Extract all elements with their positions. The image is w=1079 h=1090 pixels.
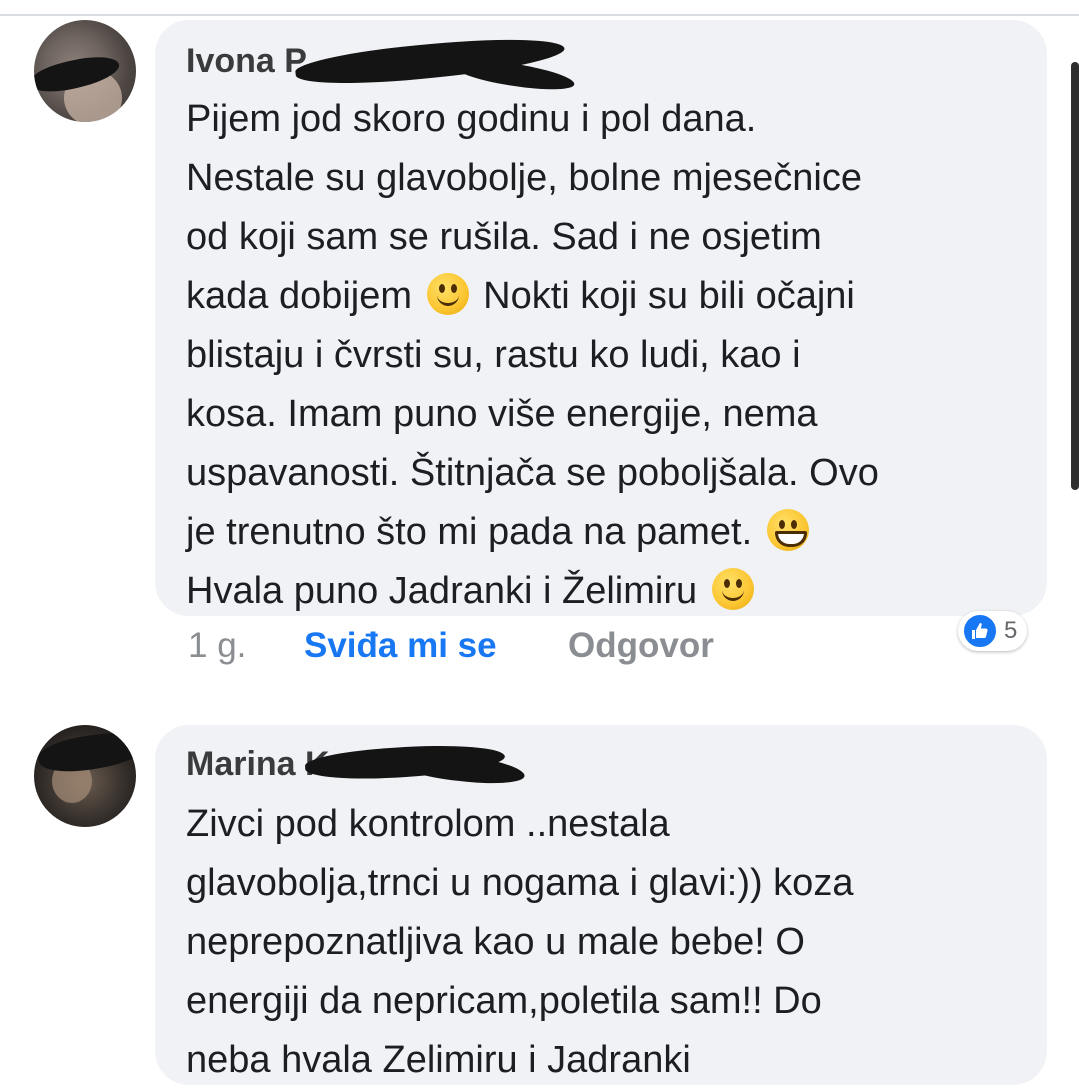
grinning-emoji-icon bbox=[766, 509, 809, 551]
comment-line: Zivci pod kontrolom ..nestala bbox=[186, 803, 670, 845]
comment-line-part: Nokti koji su bili očajni bbox=[483, 275, 855, 317]
avatar[interactable] bbox=[34, 20, 136, 122]
comment-text: Pijem jod skoro godinu i pol dana. Nesta… bbox=[186, 90, 879, 621]
scrollbar[interactable] bbox=[1071, 62, 1079, 490]
top-divider bbox=[0, 14, 1079, 16]
comment-line: energiji da nepricam,poletila sam!! Do bbox=[186, 980, 822, 1022]
comment-line: je trenutno što mi pada na pamet. bbox=[186, 503, 879, 562]
comment-line: od koji sam se rušila. Sad i ne osjetim bbox=[186, 216, 822, 258]
comment-line: Pijem jod skoro godinu i pol dana. bbox=[186, 98, 757, 140]
comment-line: Nestale su glavobolje, bolne mjesečnice bbox=[186, 157, 862, 199]
comment-line: kada dobijem Nokti koji su bili očajni bbox=[186, 267, 879, 326]
comment-line-part: Hvala puno Jadranki i Želimiru bbox=[186, 570, 698, 612]
comment-line: neba hvala Zelimiru i Jadranki bbox=[186, 1039, 691, 1081]
comment-line-part: kada dobijem bbox=[186, 275, 413, 317]
comment-line: neprepoznatljiva kao u male bebe! O bbox=[186, 921, 805, 963]
comment-line: glavobolja,trnci u nogama i glavi:)) koz… bbox=[186, 862, 854, 904]
comment-author[interactable]: Ivona P bbox=[186, 42, 307, 81]
comment-line: kosa. Imam puno više energije, nema bbox=[186, 393, 818, 435]
comment-line: Hvala puno Jadranki i Želimiru bbox=[186, 562, 879, 621]
redaction-mark bbox=[393, 748, 527, 788]
like-button[interactable]: Sviđa mi se bbox=[304, 626, 497, 666]
slightly-smiling-emoji-icon bbox=[711, 568, 754, 610]
reaction-summary[interactable]: 5 bbox=[958, 611, 1028, 651]
comment-line: uspavanosti. Štitnjača se poboljšala. Ov… bbox=[186, 452, 879, 494]
comment-text: Zivci pod kontrolom ..nestala glavobolja… bbox=[186, 795, 853, 1090]
comment-line-part: je trenutno što mi pada na pamet. bbox=[186, 511, 753, 553]
comment-line: blistaju i čvrsti su, rastu ko ludi, kao… bbox=[186, 334, 801, 376]
comment-timestamp[interactable]: 1 g. bbox=[188, 626, 246, 666]
comment-bubble: Marina K Zivci pod kontrolom ..nestala g… bbox=[155, 725, 1047, 1085]
like-icon bbox=[962, 613, 998, 649]
comment-bubble: Ivona P Pijem jod skoro godinu i pol dan… bbox=[155, 20, 1047, 616]
reply-button[interactable]: Odgovor bbox=[568, 626, 714, 666]
reaction-count: 5 bbox=[1004, 617, 1018, 644]
slightly-smiling-emoji-icon bbox=[426, 273, 469, 315]
avatar[interactable] bbox=[34, 725, 136, 827]
